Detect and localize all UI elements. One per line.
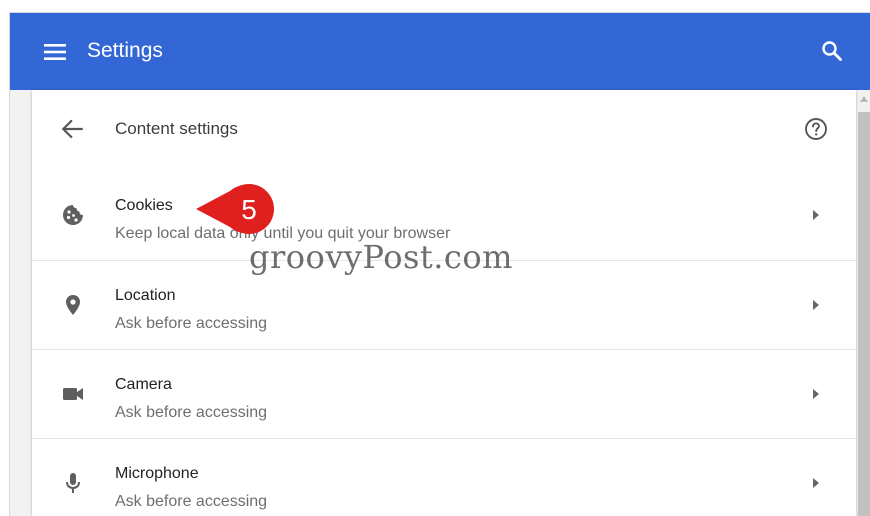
cookie-icon [63, 205, 83, 225]
page-title: Settings [87, 39, 163, 62]
settings-row-microphone[interactable]: Microphone Ask before accessing [32, 438, 856, 516]
row-title: Location [115, 287, 176, 304]
row-subtitle: Ask before accessing [115, 315, 268, 332]
microphone-icon [66, 473, 80, 493]
chevron-right-icon [813, 210, 819, 220]
chevron-right-icon [813, 478, 819, 488]
row-title: Camera [115, 376, 172, 393]
search-icon[interactable] [820, 39, 844, 63]
help-circle-icon[interactable] [804, 117, 828, 141]
chevron-right-icon [813, 389, 819, 399]
back-arrow-icon[interactable] [60, 116, 86, 142]
step-number: 5 [241, 194, 257, 225]
hamburger-menu-icon[interactable] [44, 40, 68, 64]
top-app-bar: Settings [10, 13, 870, 90]
subpage-title: Content settings [115, 119, 238, 138]
row-subtitle: Ask before accessing [115, 404, 268, 421]
settings-row-camera[interactable]: Camera Ask before accessing [32, 349, 856, 437]
scroll-up-arrow-icon[interactable] [860, 96, 868, 102]
vertical-scrollbar[interactable] [858, 90, 870, 516]
chevron-right-icon [813, 300, 819, 310]
watermark-text: groovyPost.com [249, 238, 513, 276]
row-title: Cookies [115, 197, 173, 214]
location-pin-icon [66, 295, 80, 315]
camera-icon [63, 388, 83, 400]
row-title: Microphone [115, 465, 199, 482]
row-subtitle: Ask before accessing [115, 493, 268, 510]
step-callout-badge: 5 [196, 184, 274, 234]
content-settings-card: Content settings Cookies Keep local data… [32, 90, 856, 516]
subpage-header: Content settings [32, 90, 856, 170]
scrollbar-thumb[interactable] [858, 112, 870, 516]
